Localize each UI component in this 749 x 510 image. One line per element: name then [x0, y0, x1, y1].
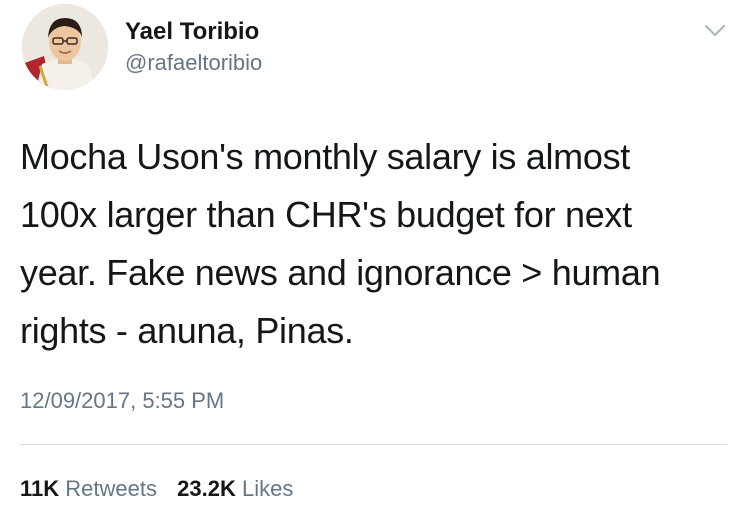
chevron-down-icon[interactable] [700, 18, 730, 42]
likes-label: Likes [241, 476, 294, 501]
tweet-text-line: Mocha Uson's monthly salary is almost [20, 136, 630, 177]
avatar[interactable] [22, 4, 108, 90]
tweet-stats: 11K Retweets 23.2K Likes [20, 476, 307, 502]
tweet-timestamp[interactable]: 12/09/2017, 5:55 PM [20, 388, 224, 414]
retweets-stat[interactable]: 11K Retweets [20, 476, 157, 502]
likes-stat[interactable]: 23.2K Likes [177, 476, 293, 502]
likes-count: 23.2K [177, 476, 236, 501]
author-handle[interactable]: @rafaeltoribio [125, 50, 262, 76]
tweet-text: Mocha Uson's monthly salary is almost 10… [20, 128, 735, 360]
tweet-text-line: rights - anuna, Pinas. [20, 310, 354, 351]
divider [20, 444, 727, 445]
tweet-text-line: 100x larger than CHR's budget for next [20, 194, 632, 235]
author-name[interactable]: Yael Toribio [125, 18, 259, 46]
tweet-text-line: year. Fake news and ignorance > human [20, 252, 661, 293]
retweets-count: 11K [20, 476, 60, 501]
retweets-label: Retweets [65, 476, 157, 501]
